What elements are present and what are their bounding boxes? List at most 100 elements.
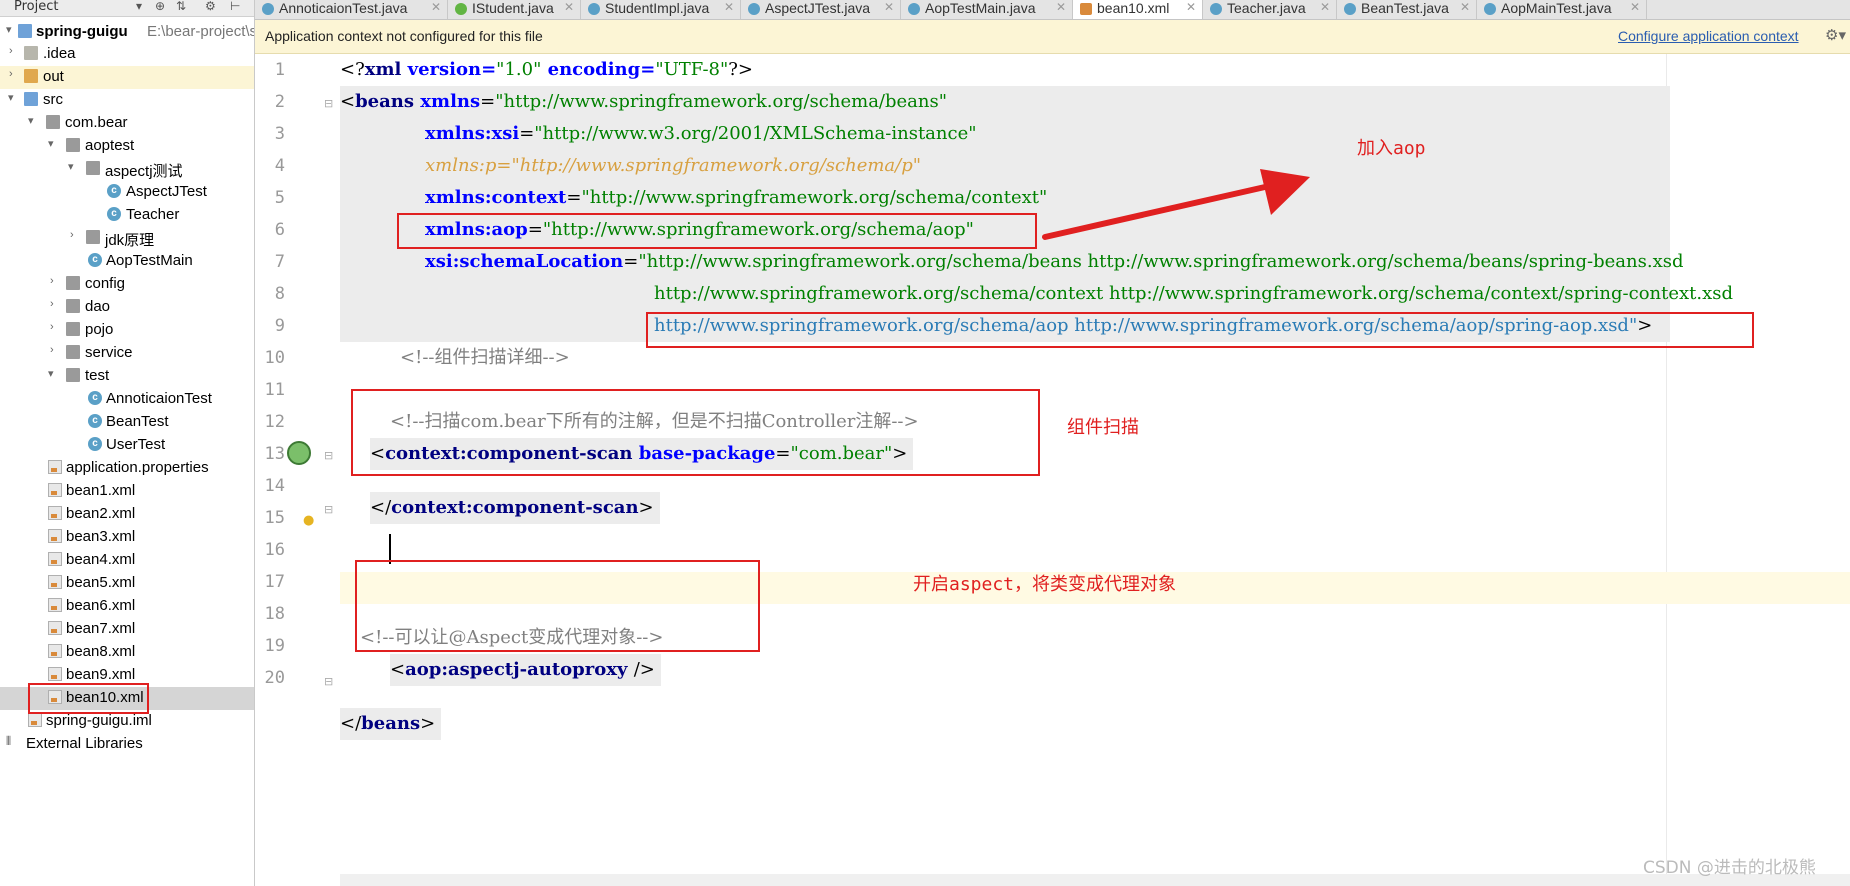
close-icon[interactable]: ✕ [431, 0, 441, 14]
tree-item-idea[interactable]: › .idea [0, 43, 254, 66]
code-line-8: http://www.springframework.org/schema/co… [654, 283, 1734, 304]
chevron-right-icon[interactable]: › [50, 275, 54, 287]
tab-beantest[interactable]: BeanTest.java ✕ [1337, 0, 1477, 19]
tree-item-jdk[interactable]: › jdk原理 [0, 227, 254, 250]
tree-item-bean2[interactable]: bean2.xml [0, 503, 254, 526]
close-icon[interactable]: ✕ [564, 0, 574, 14]
tree-item-bean5[interactable]: bean5.xml [0, 572, 254, 595]
chevron-down-icon[interactable]: ▾ [48, 367, 54, 380]
chevron-right-icon[interactable]: › [9, 68, 13, 80]
collapse-icon[interactable]: ⇅ [176, 0, 186, 13]
tab-aspectjtest[interactable]: AspectJTest.java ✕ [741, 0, 901, 19]
xml-file-icon [48, 598, 62, 612]
project-panel-title[interactable]: Project [14, 0, 58, 14]
chevron-right-icon[interactable]: › [50, 321, 54, 333]
tree-item-label: src [43, 91, 63, 108]
chevron-down-icon[interactable]: ▾ [48, 137, 54, 150]
chevron-down-icon[interactable]: ▾ [8, 91, 14, 104]
tree-item-bean8[interactable]: bean8.xml [0, 641, 254, 664]
configure-context-link[interactable]: Configure application context [1618, 28, 1799, 44]
line-number: 14 [264, 476, 285, 496]
tab-studentimpl[interactable]: StudentImpl.java ✕ [581, 0, 741, 19]
chevron-right-icon[interactable]: › [70, 229, 74, 241]
tree-item-bean3[interactable]: bean3.xml [0, 526, 254, 549]
line-number: 20 [264, 668, 285, 688]
line-number: 1 [274, 60, 285, 80]
close-icon[interactable]: ✕ [884, 0, 894, 14]
close-icon[interactable]: ✕ [1320, 0, 1330, 14]
tree-item-aoptestmain[interactable]: c AopTestMain [0, 250, 254, 273]
code-line-15: </context:component-scan> [370, 492, 660, 524]
highlight-box-aspectj-autoproxy [355, 560, 760, 652]
tree-item-src[interactable]: ▾ src [0, 89, 254, 112]
class-icon [1210, 3, 1222, 15]
tab-annoticaiontest[interactable]: AnnoticaionTest.java ✕ [255, 0, 448, 19]
chevron-right-icon[interactable]: › [50, 298, 54, 310]
tab-teacher[interactable]: Teacher.java ✕ [1203, 0, 1337, 19]
tree-item-annoticaiontest[interactable]: c AnnoticaionTest [0, 388, 254, 411]
tree-root[interactable]: ▾ spring-guigu E:\bear-project\spri [0, 21, 254, 44]
project-panel-header: Project ▾ ⊕ ⇅ ⚙ ⊢ [0, 0, 254, 17]
class-icon: c [88, 391, 102, 405]
tree-item-service[interactable]: › service [0, 342, 254, 365]
lightbulb-icon[interactable]: ● [303, 513, 314, 528]
code-line-2: <beans xmlns="http://www.springframework… [340, 91, 948, 112]
tree-item-bean1[interactable]: bean1.xml [0, 480, 254, 503]
tree-item-usertest[interactable]: c UserTest [0, 434, 254, 457]
tab-istudent[interactable]: IStudent.java ✕ [448, 0, 581, 19]
close-icon[interactable]: ✕ [1056, 0, 1066, 14]
tree-item-out[interactable]: › out [0, 66, 254, 89]
tab-label: AopMainTest.java [1501, 0, 1612, 16]
chevron-right-icon[interactable]: › [50, 344, 54, 356]
fold-icon[interactable]: ⊟ [324, 675, 333, 688]
tree-item-config[interactable]: › config [0, 273, 254, 296]
watermark: CSDN @进击的北极熊 [1643, 858, 1816, 878]
tree-item-bean4[interactable]: bean4.xml [0, 549, 254, 572]
class-icon [1344, 3, 1356, 15]
dropdown-icon[interactable]: ▾ [136, 0, 142, 13]
library-icon: ⫴ [6, 734, 12, 748]
hide-icon[interactable]: ⊢ [230, 0, 240, 13]
editor-tabs: AnnoticaionTest.java ✕ IStudent.java ✕ Stu… [255, 0, 1850, 20]
close-icon[interactable]: ✕ [1186, 0, 1196, 14]
tree-item-bean7[interactable]: bean7.xml [0, 618, 254, 641]
gear-icon[interactable]: ⚙ [205, 0, 216, 13]
tree-item-beantest[interactable]: c BeanTest [0, 411, 254, 434]
gear-icon[interactable]: ⚙▾ [1825, 26, 1846, 44]
tree-item-label: dao [85, 298, 111, 315]
tab-bean10[interactable]: bean10.xml ✕ [1073, 0, 1203, 19]
banner-message: Application context not configured for t… [265, 28, 543, 44]
fold-icon[interactable]: ⊟ [324, 97, 333, 110]
tree-item-label: bean2.xml [66, 505, 136, 522]
chevron-down-icon[interactable]: ▾ [68, 160, 74, 173]
tree-item-aspectjtest[interactable]: c AspectJTest [0, 181, 254, 204]
chevron-right-icon[interactable]: › [9, 45, 13, 57]
tree-item-test[interactable]: ▾ test [0, 365, 254, 388]
tree-item-label: jdk原理 [105, 232, 155, 249]
chevron-down-icon[interactable]: ▾ [28, 114, 34, 127]
tree-item-bean6[interactable]: bean6.xml [0, 595, 254, 618]
tree-item-external-libraries[interactable]: ⫴ External Libraries [0, 733, 254, 756]
highlight-box-bean10 [28, 683, 149, 714]
line-number: 8 [274, 284, 285, 304]
tree-item-aoptest[interactable]: ▾ aoptest [0, 135, 254, 158]
target-icon[interactable]: ⊕ [155, 0, 165, 13]
tree-item-aspectj[interactable]: ▾ aspectj测试 [0, 158, 254, 181]
tree-item-dao[interactable]: › dao [0, 296, 254, 319]
spring-bean-icon[interactable] [287, 441, 311, 465]
fold-icon[interactable]: ⊟ [324, 503, 333, 516]
tree-item-application-properties[interactable]: application.properties [0, 457, 254, 480]
close-icon[interactable]: ✕ [724, 0, 734, 14]
tree-item-com-bear[interactable]: ▾ com.bear [0, 112, 254, 135]
xml-file-icon [1080, 3, 1092, 15]
tree-item-pojo[interactable]: › pojo [0, 319, 254, 342]
tab-aoptestmain[interactable]: AopTestMain.java ✕ [901, 0, 1073, 19]
chevron-down-icon[interactable]: ▾ [6, 23, 12, 36]
editor-gutter: 1 2 3 4 5 6 7 8 9 10 11 12 13 14 15 16 1… [255, 54, 340, 886]
close-icon[interactable]: ✕ [1460, 0, 1470, 14]
tree-item-teacher[interactable]: c Teacher [0, 204, 254, 227]
horizontal-scrollbar[interactable] [340, 874, 1850, 886]
tab-aopmaintest[interactable]: AopMainTest.java ✕ [1477, 0, 1647, 19]
fold-icon[interactable]: ⊟ [324, 449, 333, 462]
close-icon[interactable]: ✕ [1630, 0, 1640, 14]
